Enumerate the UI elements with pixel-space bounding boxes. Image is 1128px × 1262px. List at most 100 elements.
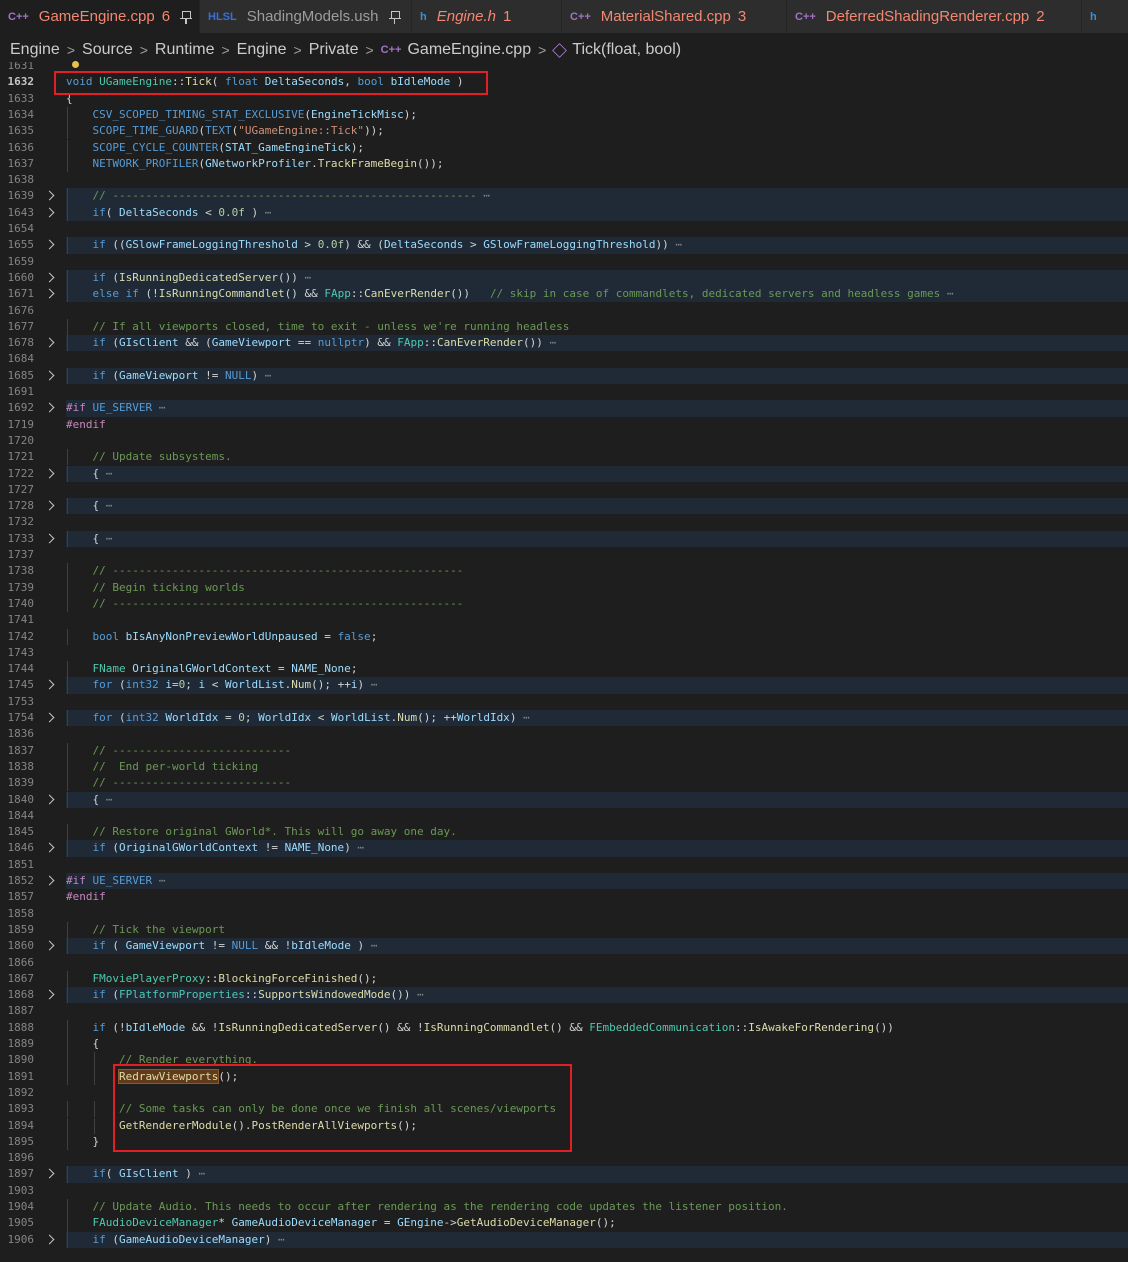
folded-ellipsis[interactable]: ⋯	[152, 874, 166, 887]
code-line[interactable]: 1905 FAudioDeviceManager* GameAudioDevic…	[0, 1215, 1128, 1232]
code-line[interactable]: 1866	[0, 955, 1128, 971]
code-line[interactable]: 1635 SCOPE_TIME_GUARD(TEXT("UGameEngine:…	[0, 123, 1128, 140]
code-line[interactable]: 1906 if (GameAudioDeviceManager) ⋯	[0, 1231, 1128, 1248]
code-line[interactable]: 1889 {	[0, 1036, 1128, 1053]
breadcrumb-item-engine[interactable]: Engine	[10, 41, 60, 59]
code-line[interactable]: 1639 // --------------------------------…	[0, 188, 1128, 205]
code-line[interactable]: 1840 { ⋯	[0, 791, 1128, 808]
code-line[interactable]: 1684	[0, 351, 1128, 367]
code-line[interactable]: 1896	[0, 1150, 1128, 1166]
code-line[interactable]: 1659	[0, 254, 1128, 270]
code-line[interactable]: 1754 for (int32 WorldIdx = 0; WorldIdx <…	[0, 710, 1128, 727]
code-line[interactable]: 1677 // If all viewports closed, time to…	[0, 318, 1128, 336]
folded-ellipsis[interactable]: ⋯	[516, 711, 530, 724]
tab-engine-h[interactable]: h Engine.h 1	[412, 0, 562, 33]
code-line[interactable]: 1868 if (FPlatformProperties::SupportsWi…	[0, 987, 1128, 1004]
code-line[interactable]: 1743	[0, 645, 1128, 661]
fold-chevron-icon[interactable]	[44, 239, 55, 250]
code-line[interactable]: 1744 FName OriginalGWorldContext = NAME_…	[0, 661, 1128, 678]
folded-ellipsis[interactable]: ⋯	[669, 238, 682, 251]
code-line[interactable]: 1838 // End per-world ticking	[0, 758, 1128, 776]
code-line[interactable]: 1839 // ---------------------------	[0, 775, 1128, 792]
tab-deferredshadingrenderer-cpp[interactable]: C++ DeferredShadingRenderer.cpp 2	[787, 0, 1082, 33]
folded-ellipsis[interactable]: ⋯	[99, 793, 113, 806]
pin-icon[interactable]	[180, 10, 192, 24]
code-line[interactable]: 1846 if (OriginalGWorldContext != NAME_N…	[0, 840, 1128, 857]
code-line[interactable]: 1676	[0, 303, 1128, 319]
code-line[interactable]: 1678 if (GIsClient && (GameViewport == n…	[0, 335, 1128, 352]
fold-chevron-icon[interactable]	[44, 190, 55, 201]
fold-chevron-icon[interactable]	[44, 533, 55, 544]
code-line[interactable]: 1745 for (int32 i=0; i < WorldList.Num()…	[0, 677, 1128, 694]
code-line[interactable]: 1655 if ((GSlowFrameLoggingThreshold > 0…	[0, 237, 1128, 254]
code-line[interactable]: 1857 #endif	[0, 889, 1128, 905]
code-line[interactable]: 1837 // ---------------------------	[0, 742, 1128, 759]
code-line[interactable]: 1858	[0, 906, 1128, 922]
code-line[interactable]: 1634 CSV_SCOPED_TIMING_STAT_EXCLUSIVE(En…	[0, 106, 1128, 124]
folded-ellipsis[interactable]: ⋯	[543, 336, 557, 349]
tab-materialshared-cpp[interactable]: C++ MaterialShared.cpp 3	[562, 0, 787, 33]
fold-chevron-icon[interactable]	[44, 679, 55, 690]
fold-chevron-icon[interactable]	[44, 468, 55, 478]
folded-ellipsis[interactable]: ⋯	[192, 1167, 205, 1180]
folded-ellipsis[interactable]: ⋯	[410, 988, 424, 1001]
fold-chevron-icon[interactable]	[44, 989, 55, 1000]
breadcrumb-item-runtime[interactable]: Runtime	[155, 41, 215, 59]
code-line[interactable]: 1903	[0, 1183, 1128, 1199]
folded-ellipsis[interactable]: ⋯	[351, 841, 364, 854]
breadcrumb-item-private[interactable]: Private	[309, 41, 359, 59]
folded-ellipsis[interactable]: ⋯	[940, 287, 954, 300]
fold-chevron-icon[interactable]	[44, 842, 55, 853]
folded-ellipsis[interactable]: ⋯	[258, 206, 272, 219]
code-line[interactable]: 1852 #if UE_SERVER ⋯	[0, 873, 1128, 890]
folded-ellipsis[interactable]: ⋯	[298, 271, 311, 284]
code-line[interactable]: 1860 if ( GameViewport != NULL && !bIdle…	[0, 938, 1128, 955]
code-line[interactable]: 1643 if( DeltaSeconds < 0.0f ) ⋯	[0, 204, 1128, 221]
breadcrumb-symbol[interactable]: Tick(float, bool)	[572, 41, 681, 59]
code-line[interactable]: 1904 // Update Audio. This needs to occu…	[0, 1199, 1128, 1216]
code-line[interactable]: 1887	[0, 1003, 1128, 1019]
code-line[interactable]: 1720	[0, 433, 1128, 449]
code-line[interactable]: 1691	[0, 384, 1128, 400]
code-line[interactable]: 1859 // Tick the viewport	[0, 921, 1128, 939]
fold-chevron-icon[interactable]	[44, 288, 55, 299]
code-line[interactable]: 1636 SCOPE_CYCLE_COUNTER(STAT_GameEngine…	[0, 139, 1128, 156]
folded-ellipsis[interactable]: ⋯	[364, 678, 378, 691]
folded-ellipsis[interactable]: ⋯	[477, 189, 490, 202]
lightbulb-icon[interactable]	[72, 61, 79, 68]
breadcrumb-file[interactable]: GameEngine.cpp	[407, 41, 531, 59]
fold-chevron-icon[interactable]	[44, 712, 55, 723]
fold-chevron-icon[interactable]	[44, 940, 55, 951]
code-line[interactable]: 1741	[0, 612, 1128, 628]
fold-chevron-icon[interactable]	[44, 1168, 55, 1179]
code-line[interactable]: 1733 { ⋯	[0, 530, 1128, 547]
code-line[interactable]: 1721 // Update subsystems.	[0, 449, 1128, 466]
folded-ellipsis[interactable]: ⋯	[99, 467, 113, 480]
breadcrumb-item-source[interactable]: Source	[82, 41, 133, 59]
fold-chevron-icon[interactable]	[44, 272, 55, 283]
fold-chevron-icon[interactable]	[44, 337, 55, 348]
code-line[interactable]: 1727	[0, 482, 1128, 498]
fold-chevron-icon[interactable]	[44, 370, 55, 381]
code-line[interactable]: 1671 else if (!IsRunningCommandlet() && …	[0, 286, 1128, 303]
code-line[interactable]: 1844	[0, 808, 1128, 824]
code-line[interactable]: 1719 #endif	[0, 417, 1128, 433]
fold-chevron-icon[interactable]	[44, 207, 55, 218]
code-line[interactable]: 1660 if (IsRunningDedicatedServer()) ⋯	[0, 269, 1128, 287]
code-line[interactable]: 1888 if (!bIdleMode && !IsRunningDedicat…	[0, 1019, 1128, 1036]
folded-ellipsis[interactable]: ⋯	[99, 532, 113, 545]
folded-ellipsis[interactable]: ⋯	[152, 401, 166, 414]
code-line[interactable]: 1845 // Restore original GWorld*. This w…	[0, 824, 1128, 841]
fold-chevron-icon[interactable]	[44, 500, 55, 511]
code-line[interactable]: 1737	[0, 547, 1128, 563]
code-line[interactable]: 1753	[0, 694, 1128, 710]
tab-gameengine-cpp[interactable]: C++ GameEngine.cpp 6	[0, 0, 200, 33]
breadcrumb-item-engine[interactable]: Engine	[237, 41, 287, 59]
code-line[interactable]: 1654	[0, 221, 1128, 237]
tab-overflow[interactable]: h	[1082, 0, 1128, 33]
code-line[interactable]: 1851	[0, 857, 1128, 873]
folded-ellipsis[interactable]: ⋯	[364, 939, 378, 952]
pin-icon[interactable]	[388, 10, 400, 24]
fold-chevron-icon[interactable]	[44, 794, 55, 804]
code-line[interactable]: 1692 #if UE_SERVER ⋯	[0, 400, 1128, 417]
